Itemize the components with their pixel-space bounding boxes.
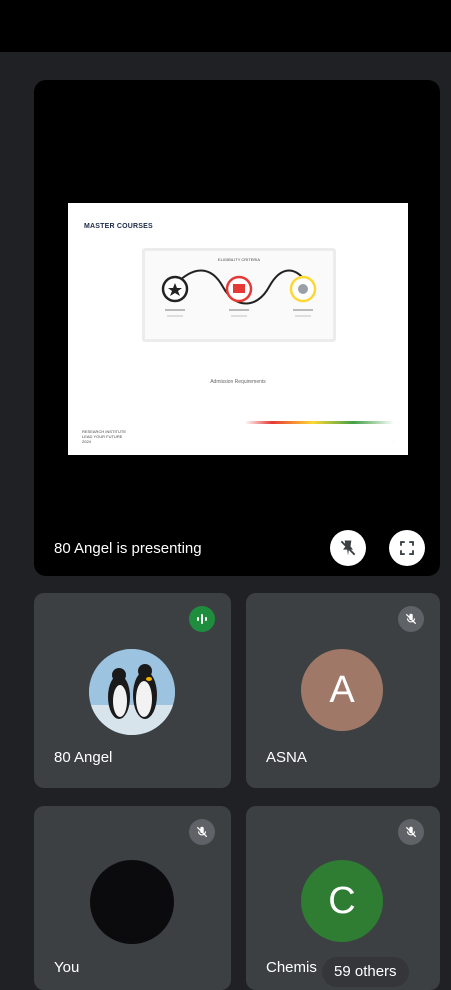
avatar-initial: C [328,879,356,922]
slide-subtitle: Admission Requirements [210,379,266,385]
participant-name: 80 Angel [54,749,113,766]
shared-slide: MASTER COURSES ELIGIBILITY CRITERIA Admi… [68,203,408,455]
participant-name: Chemis [266,959,317,976]
slide-diagram [161,269,317,317]
avatar-initial: A [329,668,355,711]
speaking-indicator [189,606,215,632]
penguins-photo [89,649,175,735]
muted-indicator [398,819,424,845]
slide-accent-line [68,421,408,424]
presentation-tile[interactable]: MASTER COURSES ELIGIBILITY CRITERIA Admi… [34,80,440,576]
fullscreen-icon [400,541,414,555]
unpin-button[interactable] [330,530,366,566]
participant-tile-80-angel[interactable]: 80 Angel [34,593,231,788]
avatar [89,649,175,735]
top-bar [0,0,451,52]
participant-tile-you[interactable]: You [34,806,231,990]
participant-name: You [54,959,80,976]
audio-wave-icon [197,614,207,624]
avatar [90,860,174,944]
mic-off-icon [196,826,208,838]
slide-diagram-panel: ELIGIBILITY CRITERIA [142,248,336,342]
slide-footer-line: 2024 [82,439,91,444]
avatar: A [301,649,383,731]
slide-title: MASTER COURSES [84,223,153,230]
muted-indicator [189,819,215,845]
slide-footer: RESEARCH INSTITUTE LEAD YOUR FUTURE 2024 [82,429,126,444]
participant-tile-asna[interactable]: A ASNA [246,593,440,788]
avatar: C [301,860,383,942]
others-count-chip[interactable]: 59 others [322,957,409,987]
muted-indicator [398,606,424,632]
fullscreen-button[interactable] [389,530,425,566]
mic-off-icon [405,826,417,838]
unpin-icon [340,540,356,556]
presenter-label: 80 Angel is presenting [54,540,202,557]
participant-name: ASNA [266,749,307,766]
slide-page-marker: · [392,439,394,444]
mic-off-icon [405,613,417,625]
